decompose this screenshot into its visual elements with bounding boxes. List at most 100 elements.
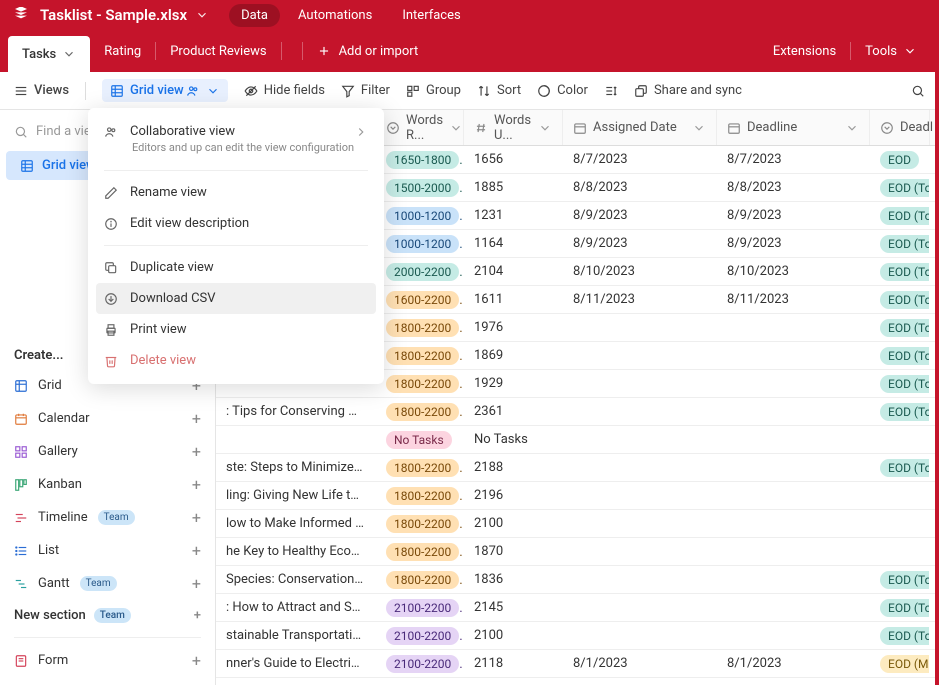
cell-words-used[interactable]: 1885	[464, 180, 563, 195]
cell-title[interactable]: stainable Transportation ...	[216, 628, 376, 643]
cell-deadline-tag[interactable]: EOD (To	[870, 627, 930, 645]
cell-title[interactable]: ling: Giving New Life to O...	[216, 488, 376, 503]
tab-interfaces[interactable]: Interfaces	[390, 4, 472, 27]
table-tab-rating[interactable]: Rating	[90, 44, 155, 59]
cell-deadline-tag[interactable]: EOD (To	[870, 263, 930, 281]
cell-deadline-tag[interactable]: EOD	[870, 151, 930, 169]
extensions-button[interactable]: Extensions	[759, 44, 850, 59]
cell-words-used[interactable]: 2188	[464, 460, 563, 475]
grid-view-button[interactable]: Grid view	[102, 79, 228, 102]
cell-deadline[interactable]: 8/9/2023	[717, 208, 870, 223]
chevron-down-icon[interactable]	[282, 44, 302, 58]
cell-deadline-tag[interactable]: EOD (To	[870, 291, 930, 309]
cell-deadline-tag[interactable]: EOD (To	[870, 347, 930, 365]
cell-words-range[interactable]: 2100-2200	[376, 627, 464, 645]
cell-deadline[interactable]: 8/1/2023	[717, 656, 870, 671]
chevron-down-icon[interactable]	[62, 47, 76, 61]
cell-words-used[interactable]: 1836	[464, 572, 563, 587]
create-timeline[interactable]: Timeline Team +	[0, 501, 215, 534]
column-header-words-u[interactable]: Words U...	[464, 110, 563, 145]
menu-edit-description[interactable]: Edit view description	[88, 208, 384, 239]
cell-words-used[interactable]: 2104	[464, 264, 563, 279]
cell-title[interactable]: Species: Conservation Eff...	[216, 572, 376, 587]
cell-deadline[interactable]: 8/7/2023	[717, 152, 870, 167]
table-tab-tasks[interactable]: Tasks	[8, 36, 90, 72]
chevron-down-icon[interactable]	[538, 121, 552, 135]
column-header-words-r[interactable]: Words R...	[376, 110, 464, 145]
cell-words-used[interactable]: 1976	[464, 320, 563, 335]
table-row[interactable]: nner's Guide to Electric V...2100-220021…	[216, 650, 939, 678]
cell-title[interactable]: he Key to Healthy Ecosyst...	[216, 544, 376, 559]
cell-deadline[interactable]: 8/8/2023	[717, 180, 870, 195]
tab-data[interactable]: Data	[229, 4, 280, 27]
new-section[interactable]: New section Team +	[0, 600, 215, 631]
cell-words-used[interactable]: 1870	[464, 544, 563, 559]
create-gantt[interactable]: Gantt Team +	[0, 567, 215, 600]
cell-words-used[interactable]: 1611	[464, 292, 563, 307]
menu-collaborative-view[interactable]: Collaborative view	[88, 116, 384, 141]
cell-assigned-date[interactable]: 8/8/2023	[563, 180, 717, 195]
cell-assigned-date[interactable]: 8/11/2023	[563, 292, 717, 307]
cell-assigned-date[interactable]: 8/9/2023	[563, 208, 717, 223]
cell-words-range[interactable]: 1000-1200	[376, 207, 464, 225]
cell-assigned-date[interactable]: 8/9/2023	[563, 236, 717, 251]
column-header-deadl2[interactable]: Deadl	[870, 110, 930, 145]
sort-button[interactable]: Sort	[477, 83, 521, 98]
search-icon[interactable]	[911, 84, 925, 98]
group-button[interactable]: Group	[406, 83, 461, 98]
cell-deadline-tag[interactable]: EOD (To	[870, 179, 930, 197]
create-kanban[interactable]: Kanban+	[0, 468, 215, 501]
cell-deadline-tag[interactable]: EOD (To	[870, 403, 930, 421]
cell-words-used[interactable]: 2118	[464, 656, 563, 671]
views-button[interactable]: Views	[14, 83, 69, 98]
cell-words-used[interactable]: 2100	[464, 516, 563, 531]
cell-words-range[interactable]: 1800-2200	[376, 543, 464, 561]
hide-fields-button[interactable]: Hide fields	[244, 83, 325, 98]
cell-words-range[interactable]: 1000-1200	[376, 235, 464, 253]
menu-duplicate-view[interactable]: Duplicate view	[88, 252, 384, 283]
cell-words-used[interactable]: 2145	[464, 600, 563, 615]
cell-title[interactable]: : How to Attract and Sup...	[216, 600, 376, 615]
cell-words-range[interactable]: 1800-2200	[376, 319, 464, 337]
create-list[interactable]: List+	[0, 534, 215, 567]
menu-delete-view[interactable]: Delete view	[88, 345, 384, 376]
chevron-down-icon[interactable]	[845, 121, 859, 135]
tab-automations[interactable]: Automations	[286, 4, 384, 27]
share-button[interactable]: Share and sync	[634, 83, 742, 98]
cell-words-used[interactable]: 1869	[464, 348, 563, 363]
color-button[interactable]: Color	[537, 83, 588, 98]
cell-deadline[interactable]: 8/9/2023	[717, 236, 870, 251]
column-header-assigned[interactable]: Assigned Date	[563, 110, 717, 145]
table-tab-reviews[interactable]: Product Reviews	[156, 44, 280, 59]
cell-words-range[interactable]: 1800-2200	[376, 375, 464, 393]
cell-title[interactable]: ste: Steps to Minimize Ho...	[216, 460, 376, 475]
cell-deadline-tag[interactable]: EOD (To	[870, 235, 930, 253]
cell-deadline-tag[interactable]: EOD (To	[870, 207, 930, 225]
cell-words-used[interactable]: 1929	[464, 376, 563, 391]
cell-words-range[interactable]: 1800-2200	[376, 571, 464, 589]
cell-words-range[interactable]: No Tasks	[376, 431, 464, 449]
cell-deadline[interactable]: 8/10/2023	[717, 264, 870, 279]
table-row[interactable]: : Tips for Conserving Wa...1800-22002361…	[216, 398, 939, 426]
cell-words-range[interactable]: 1800-2200	[376, 515, 464, 533]
cell-words-range[interactable]: 2100-2200	[376, 655, 464, 673]
cell-title[interactable]: : Tips for Conserving Wa...	[216, 404, 376, 419]
cell-assigned-date[interactable]: 8/1/2023	[563, 656, 717, 671]
menu-rename-view[interactable]: Rename view	[88, 177, 384, 208]
cell-deadline-tag[interactable]: EOD (To	[870, 571, 930, 589]
cell-words-range[interactable]: 1500-2000	[376, 179, 464, 197]
cell-words-range[interactable]: 1650-1800	[376, 151, 464, 169]
cell-deadline-tag[interactable]: EOD (To	[870, 459, 930, 477]
table-row[interactable]: Species: Conservation Eff...1800-2200183…	[216, 566, 939, 594]
chevron-down-icon[interactable]	[195, 8, 209, 22]
cell-words-used[interactable]: 1656	[464, 152, 563, 167]
cell-assigned-date[interactable]: 8/7/2023	[563, 152, 717, 167]
cell-words-range[interactable]: 1800-2200	[376, 403, 464, 421]
cell-title[interactable]: nner's Guide to Electric V...	[216, 656, 376, 671]
cell-deadline[interactable]: 8/11/2023	[717, 292, 870, 307]
cell-words-used[interactable]: 2100	[464, 628, 563, 643]
row-height-button[interactable]	[604, 84, 618, 98]
cell-title[interactable]: low to Make Informed an...	[216, 516, 376, 531]
cell-words-range[interactable]: 1600-2200	[376, 291, 464, 309]
cell-words-range[interactable]: 1800-2200	[376, 347, 464, 365]
